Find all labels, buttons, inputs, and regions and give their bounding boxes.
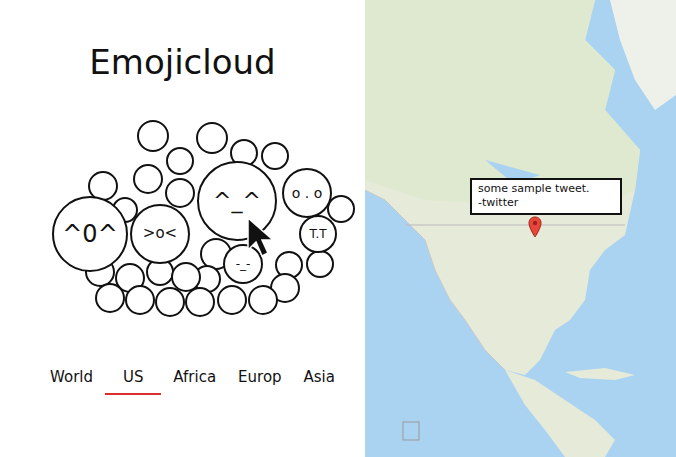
emoji-bubble[interactable]: T.T	[299, 215, 337, 253]
emoji-cloud: ^0^ >o< ^_^ o . o T.T -_-	[0, 116, 365, 326]
emoji-bubble[interactable]: >o<	[130, 204, 190, 264]
emoji-label: -_-	[236, 258, 251, 270]
empty-bubble[interactable]	[217, 285, 247, 315]
emoji-bubble[interactable]: o . o	[282, 168, 332, 218]
region-tab[interactable]: Europ	[228, 364, 292, 396]
app-title: Emojicloud	[0, 42, 365, 83]
empty-bubble[interactable]	[155, 287, 185, 317]
empty-bubble[interactable]	[165, 178, 195, 208]
empty-bubble[interactable]	[306, 250, 334, 278]
empty-bubble[interactable]	[95, 283, 125, 313]
region-tab[interactable]: World	[40, 364, 103, 396]
emoji-label: ^_^	[213, 190, 261, 212]
empty-bubble[interactable]	[166, 147, 194, 175]
region-tab[interactable]: US	[105, 364, 162, 396]
empty-bubble[interactable]	[125, 285, 155, 315]
emoji-label: ^0^	[62, 222, 118, 246]
empty-bubble[interactable]	[248, 285, 278, 315]
empty-bubble[interactable]	[185, 287, 215, 317]
tweet-tooltip: some sample tweet.-twitter	[470, 178, 622, 215]
emoji-label: >o<	[143, 226, 177, 241]
tweet-text: some sample tweet.	[478, 182, 614, 196]
empty-bubble[interactable]	[261, 142, 289, 170]
emoji-bubble[interactable]: ^_^	[197, 161, 277, 241]
mouse-cursor-icon	[246, 216, 276, 258]
map-image	[365, 0, 676, 457]
emoji-bubble[interactable]: -_-	[223, 244, 263, 284]
map[interactable]: some sample tweet.-twitter	[365, 0, 676, 457]
tweet-source: -twitter	[478, 196, 614, 210]
location-pin-icon[interactable]	[528, 216, 542, 238]
emoji-bubble[interactable]: ^0^	[52, 196, 128, 272]
emoji-label: o . o	[292, 186, 322, 200]
region-tab[interactable]: Asia	[294, 364, 345, 396]
region-tabs: WorldUSAfricaEuropAsia	[0, 364, 365, 396]
emoji-label: T.T	[309, 228, 326, 240]
empty-bubble[interactable]	[133, 164, 163, 194]
region-tab[interactable]: Africa	[163, 364, 226, 396]
empty-bubble[interactable]	[137, 120, 169, 152]
empty-bubble[interactable]	[196, 122, 228, 154]
emojicloud-panel: Emojicloud ^0^>o<^_^o . oT.T-_- WorldUSA…	[0, 0, 365, 457]
